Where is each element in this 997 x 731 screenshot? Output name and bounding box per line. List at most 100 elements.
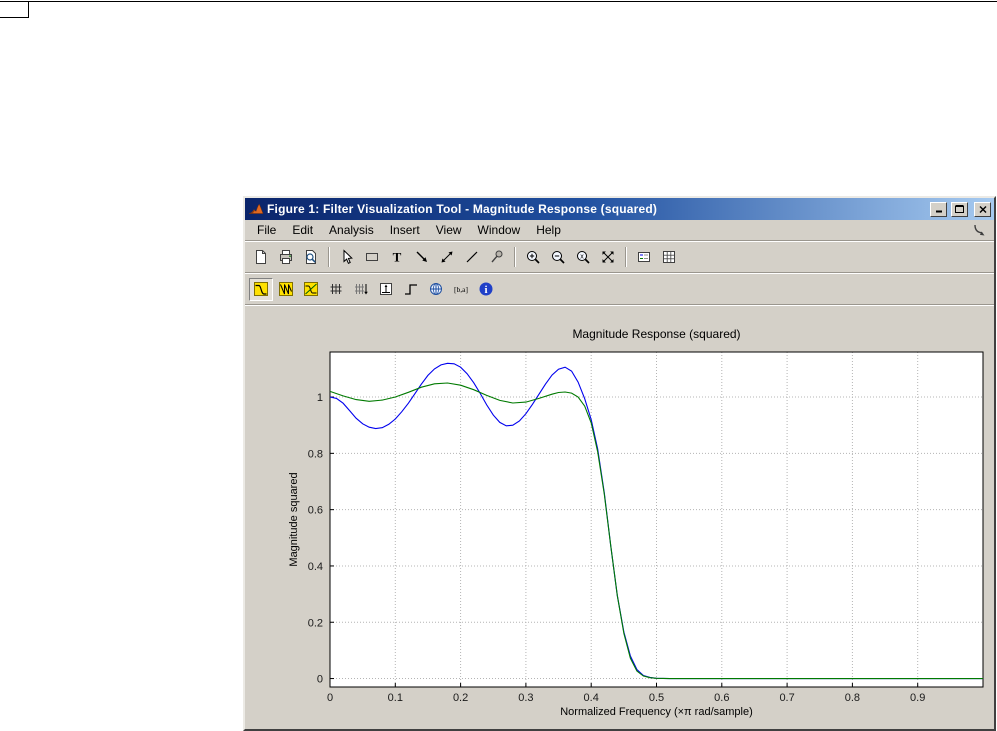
insert-line-button[interactable] [460, 246, 484, 269]
insert-double-arrow-button[interactable] [435, 246, 459, 269]
step-response-icon [403, 281, 419, 297]
filter-info-button[interactable]: i [474, 278, 498, 301]
svg-text:x: x [580, 254, 584, 261]
filter-info-icon: i [478, 281, 494, 297]
menu-analysis[interactable]: Analysis [321, 221, 382, 240]
svg-text:[b,a]: [b,a] [454, 285, 468, 294]
print-preview-button[interactable] [299, 246, 323, 269]
svg-text:T: T [393, 250, 402, 265]
svg-text:0: 0 [317, 674, 323, 686]
title-bar[interactable]: Figure 1: Filter Visualization Tool - Ma… [245, 198, 994, 220]
svg-text:0.4: 0.4 [584, 692, 599, 704]
magnitude-response-icon [253, 281, 269, 297]
magnitude-and-phase-button[interactable] [299, 278, 323, 301]
legend-toggle-button[interactable] [632, 246, 656, 269]
pole-zero-button[interactable] [424, 278, 448, 301]
phase-delay-icon [353, 281, 369, 297]
zoom-x-button[interactable]: x [571, 246, 595, 269]
svg-text:0.8: 0.8 [308, 448, 323, 460]
insert-text-button[interactable]: T [385, 246, 409, 269]
zoom-x-icon: x [575, 249, 591, 265]
impulse-response-icon [378, 281, 394, 297]
legend-icon [636, 249, 652, 265]
menu-view[interactable]: View [428, 221, 470, 240]
window-title: Figure 1: Filter Visualization Tool - Ma… [267, 202, 926, 216]
svg-text:i: i [484, 284, 487, 296]
svg-text:0.9: 0.9 [910, 692, 925, 704]
zoom-in-button[interactable] [521, 246, 545, 269]
svg-text:Magnitude squared: Magnitude squared [288, 472, 300, 566]
svg-text:0.1: 0.1 [388, 692, 403, 704]
impulse-response-button[interactable] [374, 278, 398, 301]
svg-text:0: 0 [327, 692, 333, 704]
new-figure-button[interactable] [249, 246, 273, 269]
pointer-arrow-icon [339, 249, 355, 265]
insert-pin-button[interactable] [485, 246, 509, 269]
menu-edit[interactable]: Edit [284, 221, 321, 240]
grid-icon [661, 249, 677, 265]
full-view-icon [600, 249, 616, 265]
double-arrow-icon [439, 249, 455, 265]
menu-help[interactable]: Help [528, 221, 569, 240]
maximize-button[interactable] [951, 202, 968, 217]
rectangle-icon [364, 249, 380, 265]
print-preview-icon [303, 249, 319, 265]
edit-plot-button[interactable] [335, 246, 359, 269]
printer-icon [278, 249, 294, 265]
pole-zero-icon [428, 281, 444, 297]
insert-arrow-button[interactable] [410, 246, 434, 269]
pushpin-icon [489, 249, 505, 265]
page-corner-box [0, 2, 29, 18]
zoom-out-icon [550, 249, 566, 265]
grid-toggle-button[interactable] [657, 246, 681, 269]
filter-coefficients-button[interactable]: [b,a] [449, 278, 473, 301]
minimize-icon [935, 206, 943, 213]
dock-figure-icon[interactable] [972, 222, 988, 238]
maximize-icon [955, 205, 964, 213]
arrow-icon [414, 249, 430, 265]
zoom-in-icon [525, 249, 541, 265]
menu-bar: File Edit Analysis Insert View Window He… [245, 220, 994, 240]
phase-response-icon [278, 281, 294, 297]
group-delay-icon [328, 281, 344, 297]
magnitude-response-button[interactable] [249, 278, 273, 301]
main-toolbar: T x [245, 242, 994, 272]
restore-view-button[interactable] [596, 246, 620, 269]
svg-text:0.5: 0.5 [649, 692, 664, 704]
svg-text:0.6: 0.6 [308, 505, 323, 517]
filter-coefficients-icon: [b,a] [453, 281, 469, 297]
new-document-icon [253, 249, 269, 265]
matlab-figure-icon [248, 201, 264, 217]
svg-text:0.4: 0.4 [308, 561, 323, 573]
svg-text:Magnitude Response (squared): Magnitude Response (squared) [572, 327, 740, 341]
svg-text:0.6: 0.6 [714, 692, 729, 704]
svg-text:0.7: 0.7 [779, 692, 794, 704]
page-border-line [0, 1, 997, 2]
print-button[interactable] [274, 246, 298, 269]
menu-window[interactable]: Window [470, 221, 529, 240]
toolbar-separator [514, 247, 516, 267]
close-icon [979, 206, 987, 213]
menu-insert[interactable]: Insert [382, 221, 428, 240]
phase-response-button[interactable] [274, 278, 298, 301]
zoom-out-button[interactable] [546, 246, 570, 269]
svg-text:Normalized Frequency (×π rad/s: Normalized Frequency (×π rad/sample) [560, 706, 753, 718]
step-response-button[interactable] [399, 278, 423, 301]
group-delay-button[interactable] [324, 278, 348, 301]
insert-rectangle-button[interactable] [360, 246, 384, 269]
close-button[interactable] [974, 202, 991, 217]
analysis-toolbar: [b,a] i [245, 274, 994, 304]
line-icon [464, 249, 480, 265]
phase-delay-button[interactable] [349, 278, 373, 301]
plot-canvas: 00.10.20.30.40.50.60.70.80.900.20.40.60.… [245, 306, 994, 729]
minimize-button[interactable] [930, 202, 947, 217]
fvtool-window: Figure 1: Filter Visualization Tool - Ma… [243, 196, 996, 731]
magnitude-and-phase-icon [303, 281, 319, 297]
toolbar-separator [625, 247, 627, 267]
svg-text:0.8: 0.8 [845, 692, 860, 704]
svg-text:0.2: 0.2 [453, 692, 468, 704]
text-tool-icon: T [389, 249, 405, 265]
svg-text:0.2: 0.2 [308, 617, 323, 629]
plot-panel: 00.10.20.30.40.50.60.70.80.900.20.40.60.… [245, 306, 994, 729]
menu-file[interactable]: File [249, 221, 284, 240]
